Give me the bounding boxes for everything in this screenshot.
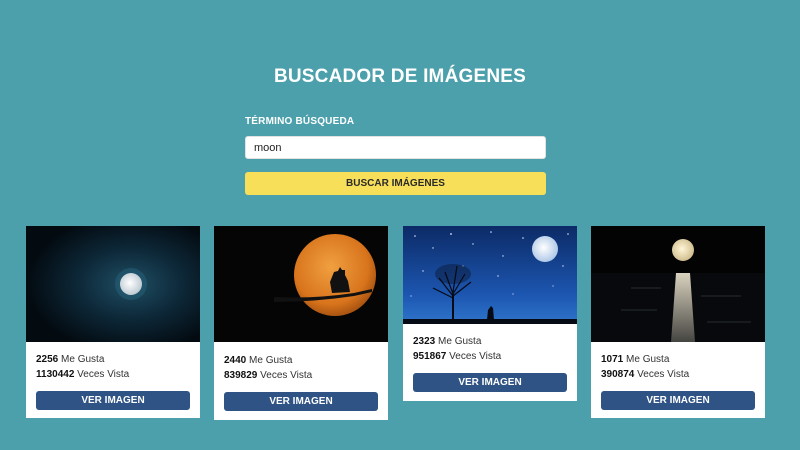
search-form: TÉRMINO BÚSQUEDA BUSCAR IMÁGENES xyxy=(245,116,546,195)
views-count: 1130442 xyxy=(36,369,75,380)
image-thumbnail[interactable] xyxy=(26,226,200,342)
views-count: 951867 xyxy=(413,351,447,362)
views-label: Veces Vista xyxy=(77,369,130,380)
image-thumbnail[interactable] xyxy=(403,226,577,324)
image-card: 2323 Me Gusta 951867 Veces Vista VER IMA… xyxy=(403,226,577,401)
likes-count: 2256 xyxy=(36,354,59,365)
views-label: Veces Vista xyxy=(449,351,502,362)
likes-label: Me Gusta xyxy=(61,354,105,365)
image-stats: 1071 Me Gusta 390874 Veces Vista xyxy=(591,352,765,382)
view-image-button[interactable]: VER IMAGEN xyxy=(413,373,567,392)
views-count: 390874 xyxy=(601,369,635,380)
view-image-button[interactable]: VER IMAGEN xyxy=(601,391,755,410)
page-title: BUSCADOR DE IMÁGENES xyxy=(273,66,527,87)
search-button[interactable]: BUSCAR IMÁGENES xyxy=(245,172,546,195)
views-count: 839829 xyxy=(224,370,258,381)
likes-label: Me Gusta xyxy=(249,355,293,366)
view-image-button[interactable]: VER IMAGEN xyxy=(36,391,190,410)
image-thumbnail[interactable] xyxy=(591,226,765,342)
search-input[interactable] xyxy=(245,136,546,159)
image-stats: 2440 Me Gusta 839829 Veces Vista xyxy=(214,353,388,383)
image-card: 2440 Me Gusta 839829 Veces Vista VER IMA… xyxy=(214,226,388,420)
image-stats: 2323 Me Gusta 951867 Veces Vista xyxy=(403,334,577,364)
likes-count: 1071 xyxy=(601,354,624,365)
likes-label: Me Gusta xyxy=(626,354,670,365)
views-label: Veces Vista xyxy=(260,370,313,381)
image-thumbnail[interactable] xyxy=(214,226,388,342)
likes-count: 2440 xyxy=(224,355,247,366)
image-card: 2256 Me Gusta 1130442 Veces Vista VER IM… xyxy=(26,226,200,418)
views-label: Veces Vista xyxy=(637,369,690,380)
view-image-button[interactable]: VER IMAGEN xyxy=(224,392,378,411)
likes-label: Me Gusta xyxy=(438,336,482,347)
likes-count: 2323 xyxy=(413,336,436,347)
image-card: 1071 Me Gusta 390874 Veces Vista VER IMA… xyxy=(591,226,765,418)
image-stats: 2256 Me Gusta 1130442 Veces Vista xyxy=(26,352,200,382)
search-label: TÉRMINO BÚSQUEDA xyxy=(245,116,355,127)
